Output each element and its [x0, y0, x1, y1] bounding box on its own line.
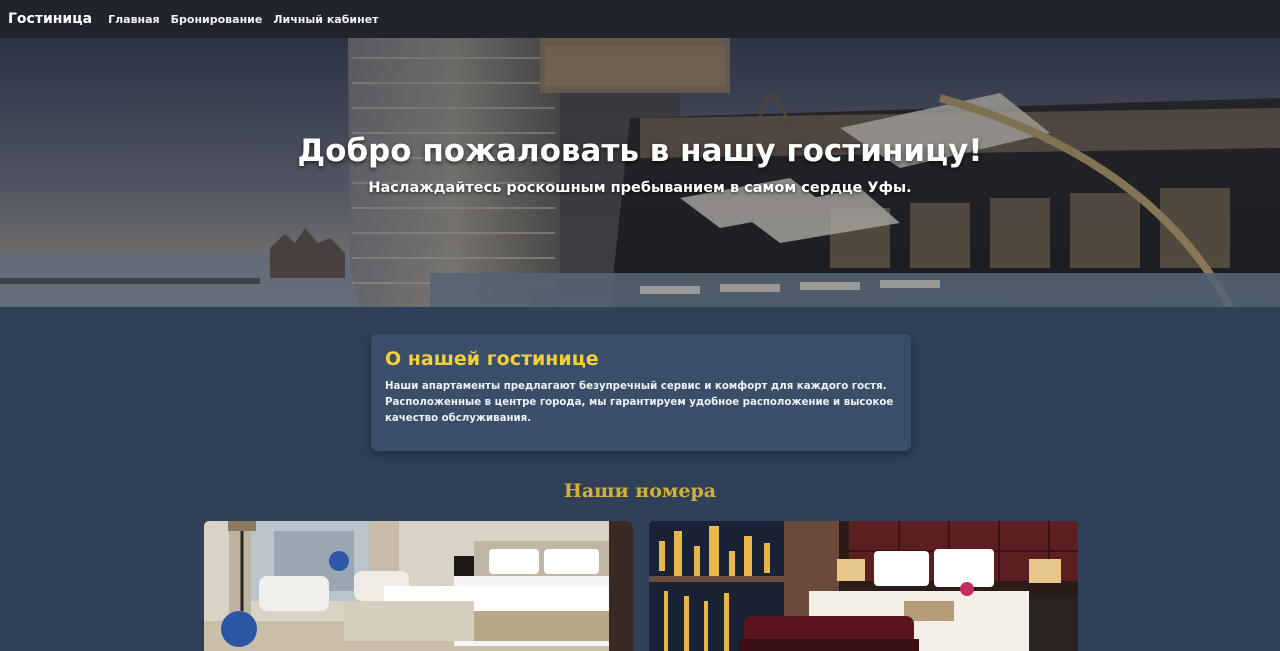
nav-link-home[interactable]: Главная — [108, 13, 160, 26]
navbar: Гостиница Главная Бронирование Личный ка… — [0, 0, 1280, 38]
hero-subtitle: Наслаждайтесь роскошным пребыванием в са… — [368, 180, 912, 196]
room-card-2[interactable] — [649, 521, 1078, 651]
room-image-2 — [649, 521, 1078, 651]
hero-banner: Добро пожаловать в нашу гостиницу! Насла… — [0, 38, 1280, 307]
room-card-1[interactable] — [204, 521, 633, 651]
nav-link-booking[interactable]: Бронирование — [171, 13, 263, 26]
hero-title: Добро пожаловать в нашу гостиницу! — [297, 133, 983, 169]
about-title: О нашей гостинице — [385, 348, 599, 370]
room-image-1 — [204, 521, 633, 651]
hero-background-image — [0, 38, 1280, 307]
rooms-section-title: Наши номера — [563, 480, 717, 502]
about-text: Наши апартаменты предлагают безупречный … — [385, 381, 894, 424]
nav-link-account[interactable]: Личный кабинет — [273, 13, 378, 26]
brand-logo-link[interactable]: Гостиница — [8, 11, 92, 27]
about-card: О нашей гостинице Наши апартаменты предл… — [371, 334, 911, 451]
